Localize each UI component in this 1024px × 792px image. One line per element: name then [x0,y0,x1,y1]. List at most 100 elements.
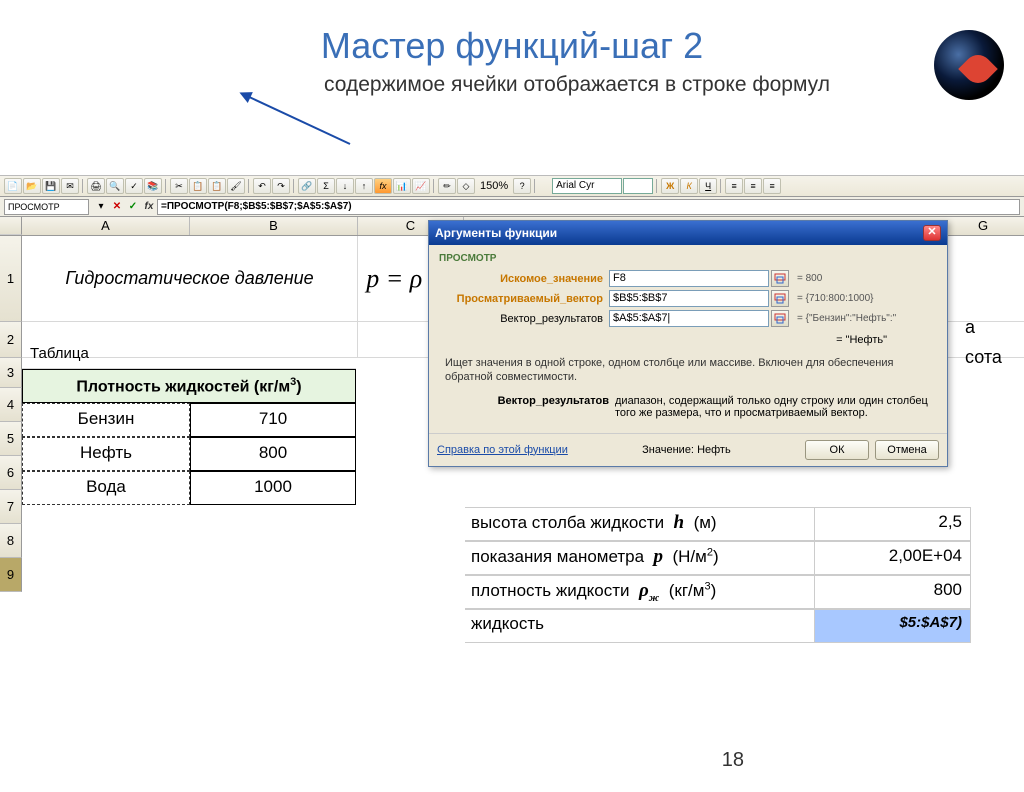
undo-icon[interactable]: ↶ [253,178,271,194]
col-header-a[interactable]: A [22,217,190,235]
value-display: Значение: Нефть [642,444,731,456]
main-toolbar: 📄 📂 💾 ✉ 🖨 🔍 ✓ 📚 ✂ 📋 📋 🖌 ↶ ↷ 🔗 Σ ↓ ↑ fx 📊… [0,175,1024,197]
param-height-val[interactable]: 2,5 [815,508,971,540]
cell-voda-val[interactable]: 1000 [190,471,356,505]
cancel-formula-icon[interactable]: ✕ [110,200,124,214]
slide-title: Мастер функций-шаг 2 [0,25,1024,67]
col-header-g[interactable]: G [958,217,1008,235]
param-density-label[interactable]: плотность жидкости ρж (кг/м3) [465,576,815,608]
font-selector[interactable]: Arial Cyr [552,178,622,194]
redo-icon[interactable]: ↷ [272,178,290,194]
dialog-title-text: Аргументы функции [435,226,557,240]
row-header-4[interactable]: 4 [0,388,22,422]
paste-icon[interactable]: 📋 [208,178,226,194]
arg3-label: Вектор_результатов [439,313,609,325]
range-selector-icon[interactable] [771,310,789,327]
arg1-input[interactable]: F8 [609,270,769,287]
bold-icon[interactable]: Ж [661,178,679,194]
select-all-corner[interactable] [0,217,22,235]
density-table-area: Таблица Плотность жидкостей (кг/м3) Бенз… [22,339,356,505]
param-liquid-val[interactable]: $5:$A$7) [815,610,971,642]
arg3-input[interactable]: $A$5:$A$7| [609,310,769,327]
preview-icon[interactable]: 🔍 [106,178,124,194]
cell-hydro-title[interactable]: Гидростатическое давление [22,236,358,321]
align-center-icon[interactable]: ≡ [744,178,762,194]
row-header-9[interactable]: 9 [0,558,22,592]
function-name: ПРОСМОТР [439,253,937,264]
close-icon[interactable]: ✕ [923,225,941,241]
arg2-label: Просматриваемый_вектор [439,293,609,305]
link-icon[interactable]: 🔗 [298,178,316,194]
dialog-titlebar[interactable]: Аргументы функции ✕ [429,221,947,245]
annotation-arrow [241,92,351,145]
arg2-input[interactable]: $B$5:$B$7 [609,290,769,307]
chart2-icon[interactable]: 📈 [412,178,430,194]
arg3-result: = {"Бензин":"Нефть":" [797,313,896,324]
cell-voda-name[interactable]: Вода [22,471,190,505]
param-liquid-label[interactable]: жидкость [465,610,815,642]
page-number: 18 [722,749,744,772]
copy-icon[interactable]: 📋 [189,178,207,194]
formula-input[interactable]: =ПРОСМОТР(F8;$B$5:$B$7;$A$5:$A$7) [157,199,1020,215]
company-logo [934,30,1004,100]
arg1-label: Искомое_значение [439,273,609,285]
fx-icon[interactable]: fx [142,200,156,214]
ok-button[interactable]: ОК [805,440,869,460]
cell-neft-val[interactable]: 800 [190,437,356,471]
help-icon[interactable]: ? [513,178,531,194]
cell-benzin-name[interactable]: Бензин [22,403,190,437]
formula-bar: ПРОСМОТР ▾ ✕ ✓ fx =ПРОСМОТР(F8;$B$5:$B$7… [0,197,1024,217]
col-header-b[interactable]: B [190,217,358,235]
print-icon[interactable]: 🖨 [87,178,105,194]
sort-desc-icon[interactable]: ↑ [355,178,373,194]
spell-icon[interactable]: ✓ [125,178,143,194]
row-header-6[interactable]: 6 [0,456,22,490]
align-right-icon[interactable]: ≡ [763,178,781,194]
dropdown-icon[interactable]: ▾ [94,200,108,214]
cell-benzin-val[interactable]: 710 [190,403,356,437]
row-header-7[interactable]: 7 [0,490,22,524]
row-header-8[interactable]: 8 [0,524,22,558]
parameters-table: высота столба жидкости h (м) 2,5 показан… [465,507,971,643]
font-size-selector[interactable] [623,178,653,194]
save-icon[interactable]: 💾 [42,178,60,194]
new-doc-icon[interactable]: 📄 [4,178,22,194]
row-header-5[interactable]: 5 [0,422,22,456]
row-header-3[interactable]: 3 [0,358,22,388]
open-icon[interactable]: 📂 [23,178,41,194]
shapes-icon[interactable]: ◇ [457,178,475,194]
range-selector-icon[interactable] [771,290,789,307]
underline-icon[interactable]: Ч [699,178,717,194]
fx-button-icon[interactable]: fx [374,178,392,194]
cut-icon[interactable]: ✂ [170,178,188,194]
function-arguments-dialog: Аргументы функции ✕ ПРОСМОТР Искомое_зна… [428,220,948,467]
research-icon[interactable]: 📚 [144,178,162,194]
range-selector-icon[interactable] [771,270,789,287]
cancel-button[interactable]: Отмена [875,440,939,460]
mail-icon[interactable]: ✉ [61,178,79,194]
help-link[interactable]: Справка по этой функции [437,444,568,456]
partial-text-sota: сота [965,347,1002,368]
param-density-val[interactable]: 800 [815,576,971,608]
arg1-result: = 800 [797,273,822,284]
arg2-result: = {710:800:1000} [797,293,873,304]
italic-icon[interactable]: К [680,178,698,194]
density-header[interactable]: Плотность жидкостей (кг/м3) [22,369,356,403]
param-pressure-val[interactable]: 2,00E+04 [815,542,971,574]
sort-asc-icon[interactable]: ↓ [336,178,354,194]
chart-icon[interactable]: 📊 [393,178,411,194]
zoom-level[interactable]: 150% [476,180,512,192]
accept-formula-icon[interactable]: ✓ [126,200,140,214]
param-height-label[interactable]: высота столба жидкости h (м) [465,508,815,540]
cell-neft-name[interactable]: Нефть [22,437,190,471]
function-description: Ищет значения в одной строке, одном стол… [439,352,937,393]
param-pressure-label[interactable]: показания манометра p (Н/м2) [465,542,815,574]
slide-subtitle: содержимое ячейки отображается в строке … [130,73,1024,97]
format-painter-icon[interactable]: 🖌 [227,178,245,194]
align-left-icon[interactable]: ≡ [725,178,743,194]
drawing-icon[interactable]: ✏ [438,178,456,194]
argument-description: Вектор_результатов диапазон, содержащий … [439,393,937,429]
sum-icon[interactable]: Σ [317,178,335,194]
table-label[interactable]: Таблица [22,339,356,369]
name-box[interactable]: ПРОСМОТР [4,199,89,215]
